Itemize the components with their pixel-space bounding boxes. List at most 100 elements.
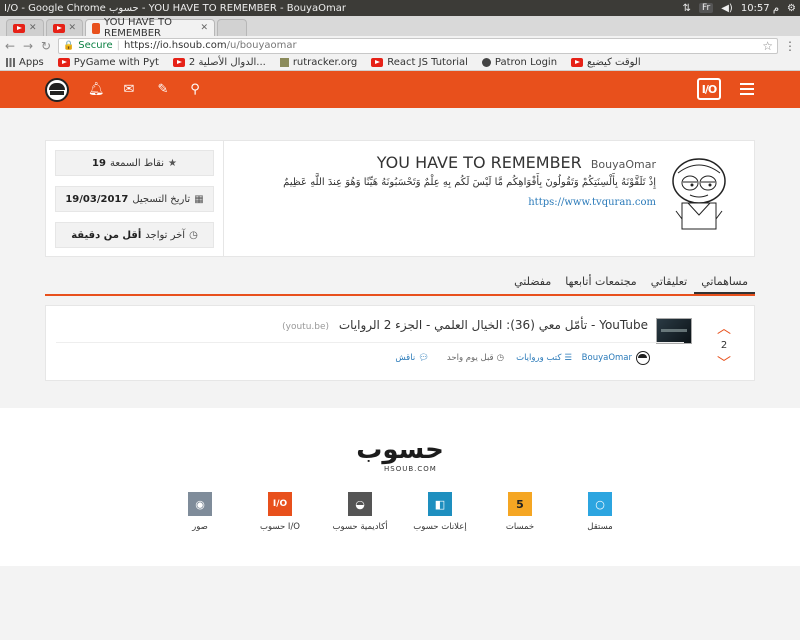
tab-youtube-2[interactable]: ✕ — [45, 19, 84, 36]
post-author[interactable]: BouyaOmar — [582, 353, 632, 363]
close-icon[interactable]: ✕ — [69, 23, 77, 33]
bookmark-time[interactable]: الوقت كيضيع — [571, 57, 641, 68]
tab-contributions[interactable]: مساهماتي — [694, 270, 755, 294]
post-thumbnail[interactable] — [656, 318, 692, 344]
bookmark-label: Apps — [19, 57, 44, 68]
bookmark-label: rutracker.org — [292, 57, 358, 68]
sowar-icon: ◉ — [188, 492, 212, 516]
forward-arrow-icon[interactable]: → — [22, 39, 34, 53]
tab-favorites[interactable]: مفضلتي — [507, 270, 558, 294]
keyboard-layout-indicator[interactable]: Fr — [699, 3, 714, 13]
community-label: كتب وروايات — [516, 353, 562, 363]
browser-toolbar: ← → ↻ 🔒 Secure | https://io.hsoub.com/u/… — [0, 36, 800, 55]
apps-grid-icon — [6, 58, 15, 67]
profile-main: YOU HAVE TO REMEMBER BouyaOmar إِذْ تَلَ… — [225, 141, 754, 256]
stat-label: تاريخ التسجيل — [132, 193, 191, 205]
stat-value: 19 — [92, 157, 106, 169]
stat-registration: ▦ تاريخ التسجيل 19/03/2017 — [55, 186, 214, 212]
product-label: حسوب I/O — [260, 522, 300, 532]
mostaql-icon: ○ — [588, 492, 612, 516]
bell-icon[interactable]: 🔔︎ — [88, 82, 105, 97]
youtube-icon — [371, 58, 384, 67]
profile-stats: ★ نقاط السمعة 19 ▦ تاريخ التسجيل 19/03/2… — [46, 141, 224, 256]
bookmark-star-icon[interactable]: ☆ — [762, 39, 773, 53]
profile-name: YOU HAVE TO REMEMBER — [376, 153, 582, 172]
browser-tab-strip: ✕ ✕ YOU HAVE TO REMEMBER ✕ — [0, 16, 800, 39]
post-time: ◷ قبل يوم واحد — [447, 353, 504, 363]
tab-youtube-1[interactable]: ✕ — [6, 19, 44, 36]
product-mostaql[interactable]: ○ مستقل — [565, 492, 635, 532]
hsoub-logo[interactable]: حسوب HSOUB.COM — [348, 436, 452, 474]
search-icon[interactable]: ⚲ — [187, 82, 203, 97]
bookmark-pygame[interactable]: PyGame with Pyt — [57, 57, 159, 68]
profile-website-link[interactable]: https://www.tvquran.com — [528, 197, 656, 208]
window-title: I/O - Google Chrome حسوب - YOU HAVE TO R… — [4, 2, 346, 14]
main-content: ★ نقاط السمعة 19 ▦ تاريخ التسجيل 19/03/2… — [0, 108, 800, 408]
envelope-icon[interactable]: ✉ — [121, 82, 137, 97]
site-header: 🔔︎ ✉ ✎ ⚲ I/O — [0, 71, 800, 108]
bookmark-react[interactable]: React JS Tutorial — [371, 57, 468, 68]
settings-gear-icon[interactable]: ⚙ — [787, 3, 796, 14]
address-bar[interactable]: 🔒 Secure | https://io.hsoub.com/u/bouyao… — [58, 37, 778, 54]
downvote-chevron-icon[interactable]: ﹀ — [694, 353, 754, 373]
post-title-link[interactable]: YouTube - تأمّل معي (36): الخيال العلمي … — [339, 318, 648, 332]
product-hsoub-ads[interactable]: ◧ إعلانات حسوب — [405, 492, 475, 532]
bookmark-label: Patron Login — [494, 57, 558, 68]
author-avatar[interactable] — [636, 351, 650, 365]
bookmark-rutracker[interactable]: rutracker.org — [279, 57, 358, 68]
hsoub-logo-text: حسوب — [356, 435, 445, 465]
youtube-icon — [571, 58, 584, 67]
clock-icon: ◷ — [496, 353, 504, 363]
url-host: https://io.hsoub.com — [123, 40, 227, 51]
post-community[interactable]: ☰ كتب وروايات — [516, 353, 572, 363]
profile-tabs: مساهماتي تعليقاتي مجتمعات أتابعها مفضلتي — [45, 270, 755, 296]
close-icon[interactable]: ✕ — [29, 23, 37, 33]
bookmark-label: PyGame with Pyt — [73, 57, 159, 68]
rutracker-icon — [279, 58, 289, 67]
hsoub-logo-subtext: HSOUB.COM — [384, 465, 437, 473]
close-icon[interactable]: ✕ — [201, 23, 209, 33]
patron-icon — [481, 58, 491, 67]
bookmark-patron[interactable]: Patron Login — [481, 57, 558, 68]
back-arrow-icon[interactable]: ← — [4, 39, 16, 53]
comment-icon: 💬︎ — [418, 353, 429, 363]
post-card: ︿ 2 ﹀ YouTube - تأمّل معي (36): الخيال ا… — [45, 305, 755, 381]
post-domain[interactable]: (youtu.be) — [282, 322, 329, 332]
product-label: خمسات — [505, 522, 535, 532]
network-icon[interactable]: ⇅ — [683, 3, 691, 14]
product-khamsat[interactable]: 5 خمسات — [485, 492, 555, 532]
lock-icon[interactable]: 🔒 — [63, 41, 74, 51]
stat-label: نقاط السمعة — [109, 157, 164, 169]
url-text[interactable]: https://io.hsoub.com/u/bouyaomar — [124, 40, 297, 51]
clock[interactable]: 10:57 م — [741, 3, 779, 14]
stat-last-seen: ◷ آخر تواجد أقل من دقيقة — [55, 222, 214, 248]
pencil-icon[interactable]: ✎ — [155, 82, 171, 97]
vote-count: 2 — [720, 340, 728, 351]
tab-followed-communities[interactable]: مجتمعات أتابعها — [558, 270, 643, 294]
volume-icon[interactable]: ◀) — [721, 3, 733, 14]
bookmark-label: React JS Tutorial — [387, 57, 468, 68]
io-logo[interactable]: I/O — [697, 78, 721, 100]
new-tab-button[interactable] — [217, 19, 248, 36]
youtube-icon — [52, 23, 65, 33]
tab-io-profile[interactable]: YOU HAVE TO REMEMBER ✕ — [85, 17, 216, 39]
product-sowar[interactable]: ◉ صور — [165, 492, 235, 532]
product-hsoub-io[interactable]: I/O حسوب I/O — [245, 492, 315, 532]
reload-icon[interactable]: ↻ — [40, 39, 52, 53]
stat-reputation: ★ نقاط السمعة 19 — [55, 150, 214, 176]
hamburger-menu-icon[interactable] — [740, 83, 754, 95]
upvote-chevron-icon[interactable]: ︿ — [694, 318, 754, 338]
clock-icon: ◷ — [189, 229, 198, 241]
time-label: قبل يوم واحد — [446, 353, 494, 363]
product-label: مستقل — [587, 522, 613, 532]
bookmark-apps[interactable]: Apps — [6, 57, 44, 68]
browser-menu-icon[interactable]: ⋮ — [784, 39, 796, 53]
product-hsoub-academy[interactable]: ◒ أكاديمية حسوب — [325, 492, 395, 532]
separator: | — [116, 40, 120, 51]
discuss-link[interactable]: 💬︎ ناقش — [395, 353, 429, 363]
user-avatar[interactable] — [45, 78, 69, 102]
profile-title: YOU HAVE TO REMEMBER BouyaOmar — [377, 153, 656, 172]
tab-comments[interactable]: تعليقاتي — [644, 270, 694, 294]
stat-value: 19/03/2017 — [65, 193, 129, 205]
bookmark-functions[interactable]: الدوال الأصلية 2... — [172, 57, 266, 68]
